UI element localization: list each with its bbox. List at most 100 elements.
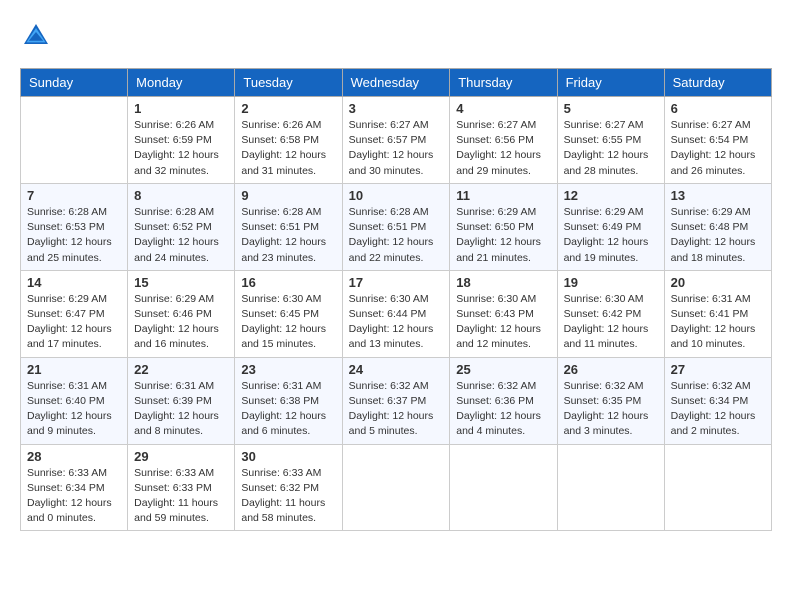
calendar-cell: 7 Sunrise: 6:28 AM Sunset: 6:53 PM Daylig… — [21, 183, 128, 270]
calendar-cell: 15 Sunrise: 6:29 AM Sunset: 6:46 PM Dayli… — [128, 270, 235, 357]
day-number: 20 — [671, 275, 765, 290]
calendar-cell: 9Sunrise: 6:28 AM Sunset: 6:51 PM Daylig… — [235, 183, 342, 270]
day-number: 22 — [134, 362, 228, 377]
column-header-tuesday: Tuesday — [235, 69, 342, 97]
day-info: Sunrise: 6:27 AM Sunset: 6:54 PM Dayligh… — [671, 118, 765, 179]
calendar-cell: 10 Sunrise: 6:28 AM Sunset: 6:51 PM Dayli… — [342, 183, 450, 270]
week-row-5: 28 Sunrise: 6:33 AM Sunset: 6:34 PM Dayli… — [21, 444, 772, 531]
column-header-thursday: Thursday — [450, 69, 557, 97]
day-number: 18 — [456, 275, 550, 290]
week-row-2: 7 Sunrise: 6:28 AM Sunset: 6:53 PM Daylig… — [21, 183, 772, 270]
day-number: 28 — [27, 449, 121, 464]
day-number: 12 — [564, 188, 658, 203]
day-info: Sunrise: 6:28 AM Sunset: 6:51 PM Dayligh… — [349, 205, 444, 266]
week-row-4: 21Sunrise: 6:31 AM Sunset: 6:40 PM Dayli… — [21, 357, 772, 444]
calendar-cell: 26 Sunrise: 6:32 AM Sunset: 6:35 PM Dayli… — [557, 357, 664, 444]
day-info: Sunrise: 6:32 AM Sunset: 6:36 PM Dayligh… — [456, 379, 550, 440]
day-number: 27 — [671, 362, 765, 377]
calendar-cell: 5 Sunrise: 6:27 AM Sunset: 6:55 PM Daylig… — [557, 97, 664, 184]
calendar-cell: 16 Sunrise: 6:30 AM Sunset: 6:45 PM Dayli… — [235, 270, 342, 357]
calendar-cell: 27 Sunrise: 6:32 AM Sunset: 6:34 PM Dayli… — [664, 357, 771, 444]
calendar-cell: 11 Sunrise: 6:29 AM Sunset: 6:50 PM Dayli… — [450, 183, 557, 270]
day-number: 29 — [134, 449, 228, 464]
column-header-sunday: Sunday — [21, 69, 128, 97]
day-info: Sunrise: 6:30 AM Sunset: 6:43 PM Dayligh… — [456, 292, 550, 353]
day-info: Sunrise: 6:27 AM Sunset: 6:57 PM Dayligh… — [349, 118, 444, 179]
calendar-cell: 4 Sunrise: 6:27 AM Sunset: 6:56 PM Daylig… — [450, 97, 557, 184]
day-info: Sunrise: 6:30 AM Sunset: 6:45 PM Dayligh… — [241, 292, 335, 353]
day-info: Sunrise: 6:29 AM Sunset: 6:46 PM Dayligh… — [134, 292, 228, 353]
day-number: 4 — [456, 101, 550, 116]
day-info: Sunrise: 6:31 AM Sunset: 6:40 PM Dayligh… — [27, 379, 121, 440]
day-info: Sunrise: 6:30 AM Sunset: 6:42 PM Dayligh… — [564, 292, 658, 353]
day-number: 7 — [27, 188, 121, 203]
day-number: 14 — [27, 275, 121, 290]
column-header-monday: Monday — [128, 69, 235, 97]
calendar-cell: 30 Sunrise: 6:33 AM Sunset: 6:32 PM Dayli… — [235, 444, 342, 531]
logo — [20, 20, 56, 52]
day-info: Sunrise: 6:28 AM Sunset: 6:52 PM Dayligh… — [134, 205, 228, 266]
calendar-header-row: SundayMondayTuesdayWednesdayThursdayFrid… — [21, 69, 772, 97]
day-number: 26 — [564, 362, 658, 377]
day-info: Sunrise: 6:32 AM Sunset: 6:34 PM Dayligh… — [671, 379, 765, 440]
day-number: 11 — [456, 188, 550, 203]
calendar-cell — [450, 444, 557, 531]
day-number: 10 — [349, 188, 444, 203]
logo-icon — [20, 20, 52, 52]
day-info: Sunrise: 6:29 AM Sunset: 6:48 PM Dayligh… — [671, 205, 765, 266]
calendar-cell: 22Sunrise: 6:31 AM Sunset: 6:39 PM Dayli… — [128, 357, 235, 444]
calendar-cell: 2Sunrise: 6:26 AM Sunset: 6:58 PM Daylig… — [235, 97, 342, 184]
day-info: Sunrise: 6:26 AM Sunset: 6:59 PM Dayligh… — [134, 118, 228, 179]
calendar-cell: 24 Sunrise: 6:32 AM Sunset: 6:37 PM Dayli… — [342, 357, 450, 444]
page-header — [20, 20, 772, 52]
calendar-cell: 3 Sunrise: 6:27 AM Sunset: 6:57 PM Daylig… — [342, 97, 450, 184]
day-info: Sunrise: 6:29 AM Sunset: 6:47 PM Dayligh… — [27, 292, 121, 353]
calendar-cell: 14 Sunrise: 6:29 AM Sunset: 6:47 PM Dayli… — [21, 270, 128, 357]
day-info: Sunrise: 6:33 AM Sunset: 6:34 PM Dayligh… — [27, 466, 121, 527]
day-info: Sunrise: 6:28 AM Sunset: 6:53 PM Dayligh… — [27, 205, 121, 266]
calendar-cell: 29 Sunrise: 6:33 AM Sunset: 6:33 PM Dayli… — [128, 444, 235, 531]
day-info: Sunrise: 6:27 AM Sunset: 6:55 PM Dayligh… — [564, 118, 658, 179]
day-info: Sunrise: 6:32 AM Sunset: 6:35 PM Dayligh… — [564, 379, 658, 440]
day-number: 9 — [241, 188, 335, 203]
day-number: 3 — [349, 101, 444, 116]
day-number: 19 — [564, 275, 658, 290]
calendar-cell: 13 Sunrise: 6:29 AM Sunset: 6:48 PM Dayli… — [664, 183, 771, 270]
calendar-cell: 1 Sunrise: 6:26 AM Sunset: 6:59 PM Daylig… — [128, 97, 235, 184]
day-info: Sunrise: 6:31 AM Sunset: 6:38 PM Dayligh… — [241, 379, 335, 440]
column-header-saturday: Saturday — [664, 69, 771, 97]
day-number: 13 — [671, 188, 765, 203]
day-info: Sunrise: 6:32 AM Sunset: 6:37 PM Dayligh… — [349, 379, 444, 440]
day-number: 15 — [134, 275, 228, 290]
day-number: 1 — [134, 101, 228, 116]
day-number: 17 — [349, 275, 444, 290]
calendar-cell: 20 Sunrise: 6:31 AM Sunset: 6:41 PM Dayli… — [664, 270, 771, 357]
day-info: Sunrise: 6:33 AM Sunset: 6:32 PM Dayligh… — [241, 466, 335, 527]
calendar-cell — [664, 444, 771, 531]
day-info: Sunrise: 6:29 AM Sunset: 6:49 PM Dayligh… — [564, 205, 658, 266]
calendar-cell — [342, 444, 450, 531]
day-info: Sunrise: 6:31 AM Sunset: 6:41 PM Dayligh… — [671, 292, 765, 353]
day-number: 5 — [564, 101, 658, 116]
day-info: Sunrise: 6:27 AM Sunset: 6:56 PM Dayligh… — [456, 118, 550, 179]
day-number: 6 — [671, 101, 765, 116]
calendar-cell: 6 Sunrise: 6:27 AM Sunset: 6:54 PM Daylig… — [664, 97, 771, 184]
week-row-3: 14 Sunrise: 6:29 AM Sunset: 6:47 PM Dayli… — [21, 270, 772, 357]
day-info: Sunrise: 6:29 AM Sunset: 6:50 PM Dayligh… — [456, 205, 550, 266]
calendar-cell: 17 Sunrise: 6:30 AM Sunset: 6:44 PM Dayli… — [342, 270, 450, 357]
day-info: Sunrise: 6:30 AM Sunset: 6:44 PM Dayligh… — [349, 292, 444, 353]
calendar-table: SundayMondayTuesdayWednesdayThursdayFrid… — [20, 68, 772, 531]
calendar-cell: 23 Sunrise: 6:31 AM Sunset: 6:38 PM Dayli… — [235, 357, 342, 444]
day-number: 24 — [349, 362, 444, 377]
calendar-cell: 21Sunrise: 6:31 AM Sunset: 6:40 PM Dayli… — [21, 357, 128, 444]
calendar-cell: 8 Sunrise: 6:28 AM Sunset: 6:52 PM Daylig… — [128, 183, 235, 270]
day-info: Sunrise: 6:33 AM Sunset: 6:33 PM Dayligh… — [134, 466, 228, 527]
day-number: 30 — [241, 449, 335, 464]
calendar-cell: 25Sunrise: 6:32 AM Sunset: 6:36 PM Dayli… — [450, 357, 557, 444]
calendar-cell: 12 Sunrise: 6:29 AM Sunset: 6:49 PM Dayli… — [557, 183, 664, 270]
day-number: 2 — [241, 101, 335, 116]
day-number: 23 — [241, 362, 335, 377]
day-number: 16 — [241, 275, 335, 290]
column-header-friday: Friday — [557, 69, 664, 97]
day-number: 8 — [134, 188, 228, 203]
